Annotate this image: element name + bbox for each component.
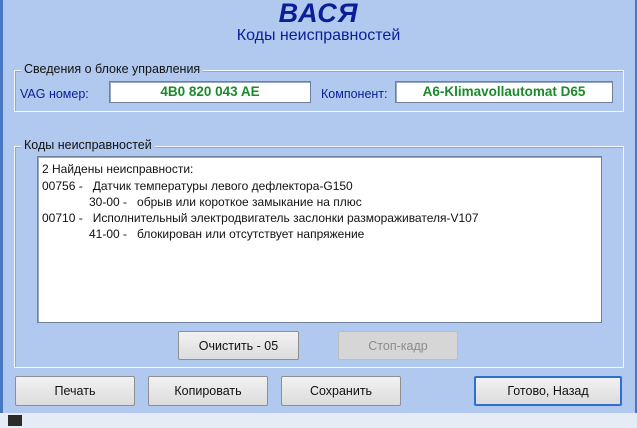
controller-info-legend: Сведения о блоке управления (21, 62, 204, 76)
window-border-left (0, 0, 3, 428)
vag-number-label: VAG номер: (20, 87, 89, 101)
freeze-frame-button[interactable]: Стоп-кадр (338, 331, 458, 360)
taskbar-app-icon (8, 415, 22, 426)
component-label: Компонент: (321, 87, 388, 101)
print-button[interactable]: Печать (15, 376, 135, 406)
fault-codes-textbox[interactable]: 2 Найдены неисправности: 00756 - Датчик … (37, 156, 602, 323)
page-subtitle: Коды неисправностей (236, 27, 401, 44)
app-title: ВАСЯ (278, 0, 359, 28)
component-field[interactable]: A6-Klimavollautomat D65 (395, 81, 613, 103)
save-button[interactable]: Сохранить (281, 376, 401, 406)
clear-codes-button[interactable]: Очистить - 05 (178, 331, 299, 360)
fault-detail-line: 41-00 - блокирован или отсутствует напря… (89, 227, 365, 241)
fault-code-line: 00710 - Исполнительный электродвигатель … (42, 211, 479, 225)
vag-number-field[interactable]: 4B0 820 043 AE (109, 81, 311, 103)
copy-button[interactable]: Копировать (148, 376, 268, 406)
fault-summary-line: 2 Найдены неисправности: (42, 162, 194, 176)
fault-codes-legend: Коды неисправностей (21, 138, 155, 152)
fault-code-line: 00756 - Датчик температуры левого дефлек… (42, 179, 353, 193)
done-back-button[interactable]: Готово, Назад (474, 376, 622, 406)
fault-detail-line: 30-00 - обрыв или короткое замыкание на … (89, 195, 362, 209)
taskbar-strip (0, 413, 637, 428)
